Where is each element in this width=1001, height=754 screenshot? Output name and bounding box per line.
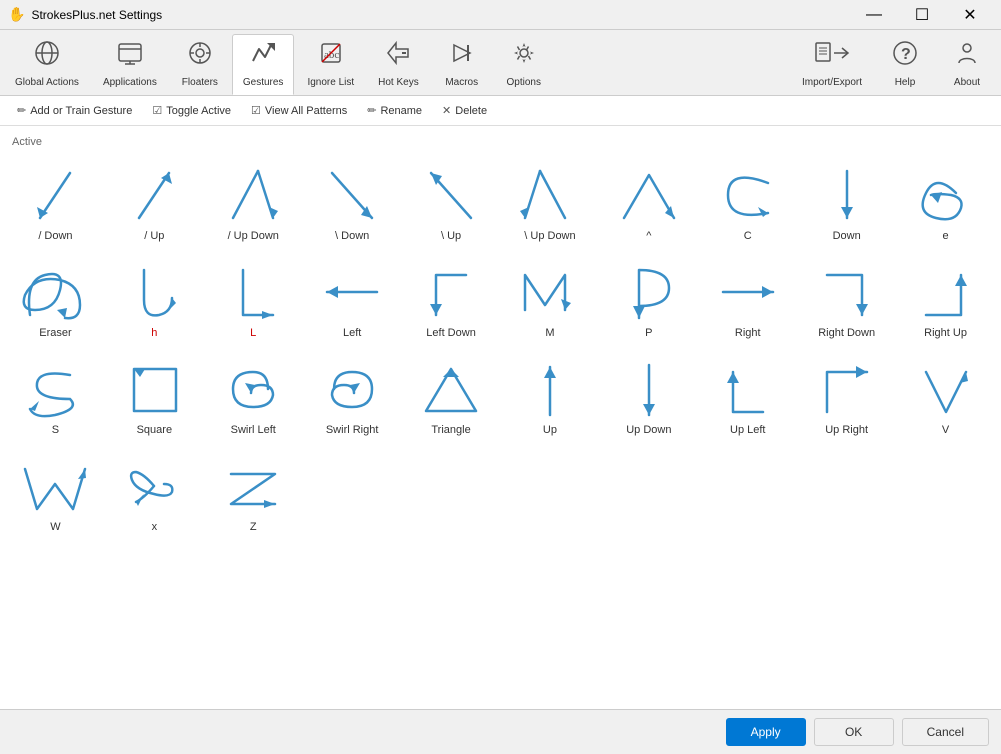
content-area: Active / Down / Up / Up Down \ Down \ Up… (0, 126, 1001, 709)
toolbar-item-ignore-list[interactable]: abc Ignore List (296, 34, 365, 95)
toolbar-label-gestures: Gestures (243, 77, 284, 88)
view-patterns-button[interactable]: ☑ View All Patterns (242, 100, 356, 121)
gesture-h[interactable]: h (107, 253, 202, 346)
delete-button[interactable]: ✕ Delete (433, 100, 496, 121)
macros-icon (448, 39, 476, 73)
ignore-list-icon: abc (317, 39, 345, 73)
toolbar-item-floaters[interactable]: Floaters (170, 34, 230, 95)
gesture-up[interactable]: Up (503, 350, 598, 443)
toolbar-item-applications[interactable]: Applications (92, 34, 168, 95)
toolbar-label-macros: Macros (445, 77, 478, 88)
title-bar: ✋ StrokesPlus.net Settings — ☐ ✕ (0, 0, 1001, 30)
add-train-icon: ✏ (17, 104, 26, 117)
gesture-up-right[interactable]: Up Right (799, 350, 894, 443)
toolbar-label-help: Help (895, 77, 916, 88)
gesture-x[interactable]: x (107, 447, 202, 540)
cancel-button[interactable]: Cancel (902, 718, 989, 746)
gesture-triangle[interactable]: Triangle (404, 350, 499, 443)
toolbar-label-applications: Applications (103, 77, 157, 88)
gesture-slash-down[interactable]: / Down (8, 156, 103, 249)
toggle-active-button[interactable]: ☑ Toggle Active (143, 100, 240, 121)
gesture-up-left[interactable]: Up Left (700, 350, 795, 443)
toolbar-label-ignore-list: Ignore List (307, 77, 354, 88)
toolbar-label-import-export: Import/Export (802, 77, 862, 88)
toolbar-label-global-actions: Global Actions (15, 77, 79, 88)
toolbar-item-help[interactable]: ? Help (875, 34, 935, 95)
bottom-bar: Apply OK Cancel (0, 709, 1001, 754)
gesture-backslash-up-down[interactable]: \ Up Down (503, 156, 598, 249)
apply-button[interactable]: Apply (726, 718, 806, 746)
toolbar-label-floaters: Floaters (182, 77, 218, 88)
toolbar-item-about[interactable]: About (937, 34, 997, 95)
gesture-m[interactable]: M (503, 253, 598, 346)
svg-text:abc: abc (324, 49, 339, 61)
gesture-caret[interactable]: ^ (601, 156, 696, 249)
ok-button[interactable]: OK (814, 718, 894, 746)
toggle-active-icon: ☑ (152, 104, 162, 117)
gesture-right[interactable]: Right (700, 253, 795, 346)
view-patterns-icon: ☑ (251, 104, 261, 117)
toolbar-label-about: About (954, 77, 980, 88)
app-title: StrokesPlus.net Settings (31, 8, 162, 22)
toolbar-item-options[interactable]: Options (494, 34, 554, 95)
gesture-swirl-right[interactable]: Swirl Right (305, 350, 400, 443)
toolbar-label-options: Options (506, 77, 540, 88)
gesture-right-up[interactable]: Right Up (898, 253, 993, 346)
import-export-icon (814, 39, 850, 73)
gesture-swirl-left[interactable]: Swirl Left (206, 350, 301, 443)
gesture-s[interactable]: S (8, 350, 103, 443)
toolbar: Global Actions Applications Floaters Ges… (0, 30, 1001, 96)
gesture-backslash-up[interactable]: \ Up (404, 156, 499, 249)
add-train-button[interactable]: ✏ Add or Train Gesture (8, 100, 141, 121)
gesture-up-down[interactable]: Up Down (601, 350, 696, 443)
gesture-eraser[interactable]: Eraser (8, 253, 103, 346)
floaters-icon (186, 39, 214, 73)
toolbar-item-macros[interactable]: Macros (432, 34, 492, 95)
toolbar-item-global-actions[interactable]: Global Actions (4, 34, 90, 95)
about-icon (953, 39, 981, 73)
toolbar-item-gestures[interactable]: Gestures (232, 34, 295, 95)
gesture-l[interactable]: L (206, 253, 301, 346)
applications-icon (116, 39, 144, 73)
section-label: Active (8, 134, 993, 150)
global-actions-icon (33, 39, 61, 73)
options-icon (510, 39, 538, 73)
delete-icon: ✕ (442, 104, 451, 117)
toolbar-label-hot-keys: Hot Keys (378, 77, 419, 88)
gesture-slash-up-down[interactable]: / Up Down (206, 156, 301, 249)
gesture-w[interactable]: W (8, 447, 103, 540)
action-bar: ✏ Add or Train Gesture ☑ Toggle Active ☑… (0, 96, 1001, 126)
rename-icon: ✏ (367, 104, 376, 117)
help-icon: ? (891, 39, 919, 73)
toolbar-item-import-export[interactable]: Import/Export (791, 34, 873, 95)
gesture-slash-up[interactable]: / Up (107, 156, 202, 249)
gesture-left[interactable]: Left (305, 253, 400, 346)
app-icon: ✋ (8, 6, 25, 23)
gesture-c[interactable]: C (700, 156, 795, 249)
minimize-button[interactable]: — (851, 1, 897, 29)
gesture-grid: / Down / Up / Up Down \ Down \ Up \ Up D… (8, 156, 993, 540)
toolbar-item-hot-keys[interactable]: Hot Keys (367, 34, 430, 95)
svg-text:?: ? (901, 46, 911, 63)
gesture-backslash-down[interactable]: \ Down (305, 156, 400, 249)
gesture-left-down[interactable]: Left Down (404, 253, 499, 346)
hot-keys-icon (384, 39, 412, 73)
gesture-v[interactable]: V (898, 350, 993, 443)
gesture-right-down[interactable]: Right Down (799, 253, 894, 346)
gesture-e[interactable]: e (898, 156, 993, 249)
gesture-square[interactable]: Square (107, 350, 202, 443)
gesture-down[interactable]: Down (799, 156, 894, 249)
rename-button[interactable]: ✏ Rename (358, 100, 431, 121)
maximize-button[interactable]: ☐ (899, 1, 945, 29)
close-button[interactable]: ✕ (947, 1, 993, 29)
gesture-z[interactable]: Z (206, 447, 301, 540)
gestures-icon (249, 39, 277, 73)
gesture-p[interactable]: P (601, 253, 696, 346)
